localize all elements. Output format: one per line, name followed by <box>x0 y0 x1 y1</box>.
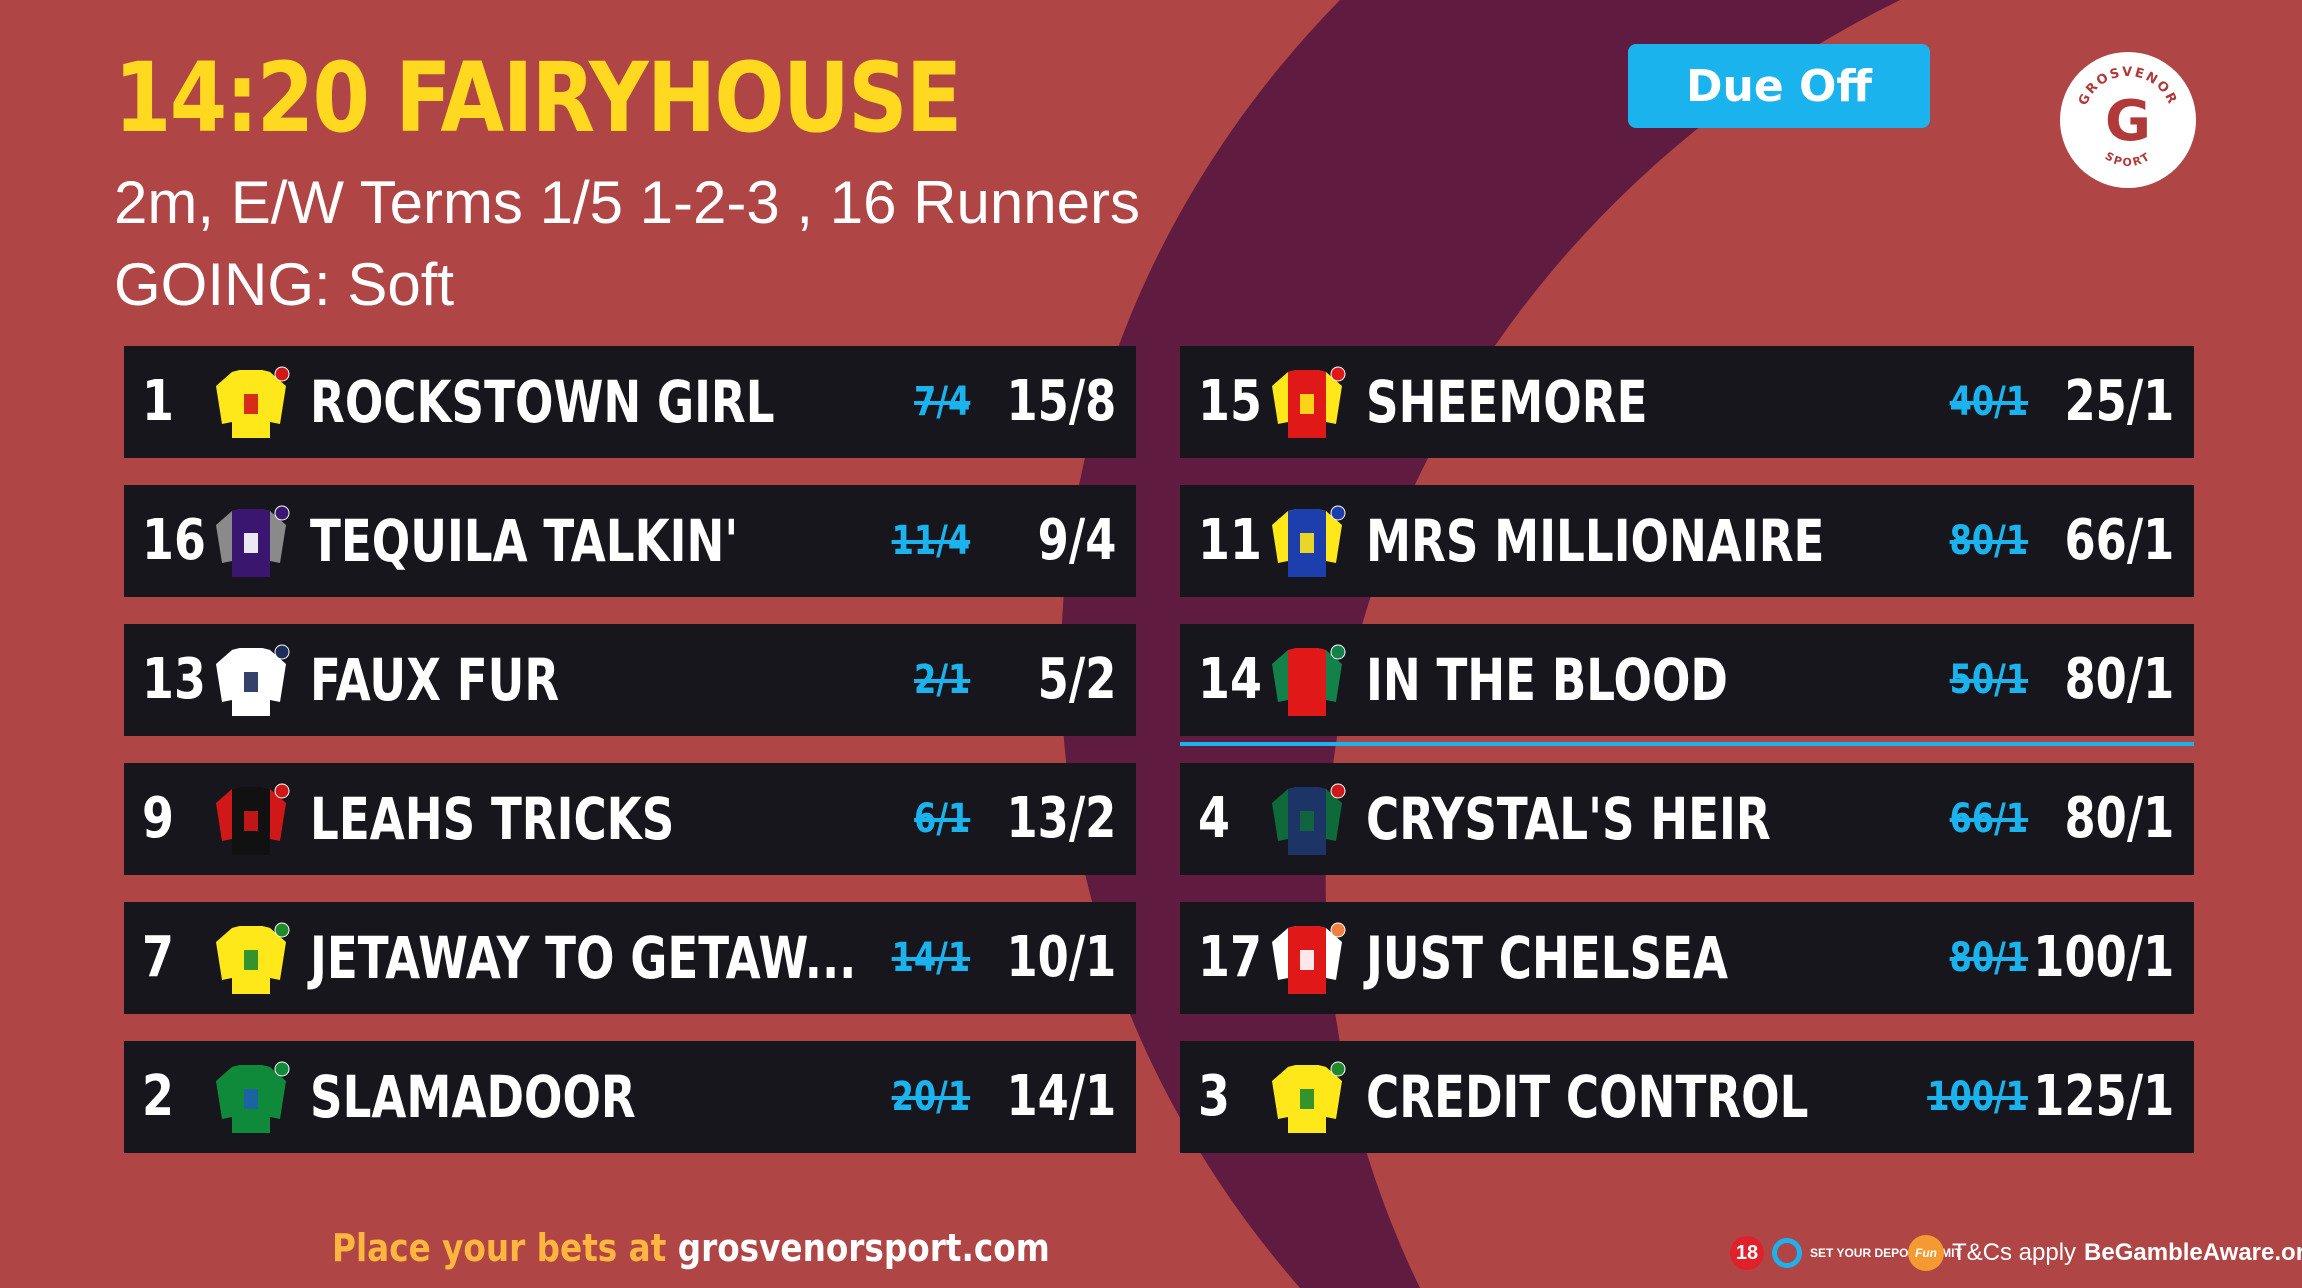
runner-name: ROCKSTOWN GIRL <box>310 368 775 436</box>
runner-number: 1 <box>142 369 174 434</box>
current-odds[interactable]: 25/1 <box>2064 346 2174 458</box>
cta-url-link[interactable]: grosvenorsport.com <box>678 1226 1050 1270</box>
previous-odds: 2/1 <box>913 657 970 703</box>
current-odds[interactable]: 100/1 <box>2033 902 2174 1014</box>
current-odds[interactable]: 66/1 <box>2064 485 2174 597</box>
silk-purple-star-icon <box>216 505 290 577</box>
previous-odds: 6/1 <box>913 796 970 842</box>
runner-number: 9 <box>142 786 174 851</box>
footer-cta[interactable]: Place your bets at grosvenorsport.com <box>332 1226 1050 1270</box>
deposit-limit-text: SET YOUR DEPOSIT LIMIT <box>1810 1245 1962 1260</box>
runner-number: 13 <box>142 647 206 712</box>
logo-letter: G <box>2105 89 2151 154</box>
silk-yellow-green-stars-icon <box>216 922 290 994</box>
runner-name: JUST CHELSEA <box>1366 924 1729 992</box>
current-odds[interactable]: 80/1 <box>2064 763 2174 875</box>
grosvenor-logo-icon: GROSVENOR SPORT G <box>2064 56 2192 184</box>
runner-name: SHEEMORE <box>1366 368 1648 436</box>
begambleaware-link[interactable]: BeGambleAware.org <box>2084 1239 2302 1267</box>
current-odds[interactable]: 10/1 <box>1006 902 1116 1014</box>
current-odds[interactable]: 13/2 <box>1006 763 1116 875</box>
runner-row[interactable]: 14 IN THE BLOOD 50/1 80/1 <box>1180 624 2194 736</box>
race-title: 14:20 FAIRYHOUSE <box>114 42 962 154</box>
previous-odds: 11/4 <box>891 518 970 564</box>
runner-name: CRYSTAL'S HEIR <box>1366 785 1771 853</box>
race-terms: 2m, E/W Terms 1/5 1-2-3 , 16 Runners <box>114 169 1140 236</box>
previous-odds: 50/1 <box>1949 657 2028 703</box>
runner-number: 7 <box>142 925 174 990</box>
grosvenor-sport-logo[interactable]: GROSVENOR SPORT G <box>2060 52 2196 188</box>
keep-it-fun-icon: Fun <box>1908 1235 1944 1271</box>
silk-red-yellow-quartered-icon <box>1272 366 1346 438</box>
runner-row[interactable]: 3 CREDIT CONTROL 100/1 125/1 <box>1180 1041 2194 1153</box>
silk-yellow-red-cap-icon <box>216 366 290 438</box>
silk-blue-yellow-check-icon <box>1272 505 1346 577</box>
current-odds[interactable]: 125/1 <box>2033 1041 2174 1153</box>
runner-row[interactable]: 2 SLAMADOOR 20/1 14/1 <box>124 1041 1136 1153</box>
silk-green-blue-icon <box>216 1061 290 1133</box>
runner-name: SLAMADOOR <box>310 1063 636 1131</box>
silk-yellow-green-spots-icon <box>1272 1061 1346 1133</box>
current-odds[interactable]: 9/4 <box>1037 485 1116 597</box>
status-badge[interactable]: Due Off <box>1628 44 1930 128</box>
runner-number: 3 <box>1198 1064 1230 1129</box>
runner-row[interactable]: 1 ROCKSTOWN GIRL 7/4 15/8 <box>124 346 1136 458</box>
current-odds[interactable]: 14/1 <box>1006 1041 1116 1153</box>
previous-odds: 66/1 <box>1949 796 2028 842</box>
silk-red-white-icon <box>1272 922 1346 994</box>
runner-row[interactable]: 15 SHEEMORE 40/1 25/1 <box>1180 346 2194 458</box>
runner-row[interactable]: 9 LEAHS TRICKS 6/1 13/2 <box>124 763 1136 875</box>
runner-row[interactable]: 13 FAUX FUR 2/1 5/2 <box>124 624 1136 736</box>
runner-name: MRS MILLIONAIRE <box>1366 507 1825 575</box>
runner-number: 14 <box>1198 647 1262 712</box>
runner-row[interactable]: 16 TEQUILA TALKIN' 11/4 9/4 <box>124 485 1136 597</box>
previous-odds: 20/1 <box>891 1074 970 1120</box>
silk-white-cross-icon <box>216 644 290 716</box>
going-info: GOING: Soft <box>114 251 455 318</box>
responsible-gambling-bar: 18 SET YOUR DEPOSIT LIMIT Fun T&Cs apply… <box>1730 1228 2302 1278</box>
runner-name: IN THE BLOOD <box>1366 646 1728 714</box>
previous-odds: 7/4 <box>913 379 970 425</box>
runner-name: JETAWAY TO GETAW... <box>310 924 857 992</box>
runner-row[interactable]: 11 MRS MILLIONAIRE 80/1 66/1 <box>1180 485 2194 597</box>
runner-row[interactable]: 7 JETAWAY TO GETAW... 14/1 10/1 <box>124 902 1136 1014</box>
runner-name: LEAHS TRICKS <box>310 785 675 853</box>
current-odds[interactable]: 80/1 <box>2064 624 2174 736</box>
deposit-limit-icon <box>1772 1238 1802 1268</box>
runner-name: CREDIT CONTROL <box>1366 1063 1809 1131</box>
previous-odds: 80/1 <box>1949 518 2028 564</box>
tcs-link[interactable]: T&Cs apply <box>1952 1239 2076 1267</box>
previous-odds: 40/1 <box>1949 379 2028 425</box>
age-18-badge: 18 <box>1730 1236 1764 1270</box>
runner-name: TEQUILA TALKIN' <box>310 507 739 575</box>
cta-prefix: Place your bets at <box>332 1226 667 1270</box>
previous-odds: 14/1 <box>891 935 970 981</box>
runner-number: 15 <box>1198 369 1262 434</box>
runner-row[interactable]: 4 CRYSTAL'S HEIR 66/1 80/1 <box>1180 763 2194 875</box>
silk-black-red-icon <box>216 783 290 855</box>
runner-name: FAUX FUR <box>310 646 560 714</box>
runner-number: 17 <box>1198 925 1262 990</box>
previous-odds: 100/1 <box>1927 1074 2028 1120</box>
runner-row[interactable]: 17 JUST CHELSEA 80/1 100/1 <box>1180 902 2194 1014</box>
silk-navy-green-icon <box>1272 783 1346 855</box>
runner-number: 16 <box>142 508 206 573</box>
current-odds[interactable]: 15/8 <box>1006 346 1116 458</box>
silk-red-green-icon <box>1272 644 1346 716</box>
runner-number: 2 <box>142 1064 174 1129</box>
current-odds[interactable]: 5/2 <box>1037 624 1116 736</box>
places-divider <box>1180 742 2194 746</box>
previous-odds: 80/1 <box>1949 935 2028 981</box>
runner-number: 11 <box>1198 508 1262 573</box>
runner-number: 4 <box>1198 786 1230 851</box>
